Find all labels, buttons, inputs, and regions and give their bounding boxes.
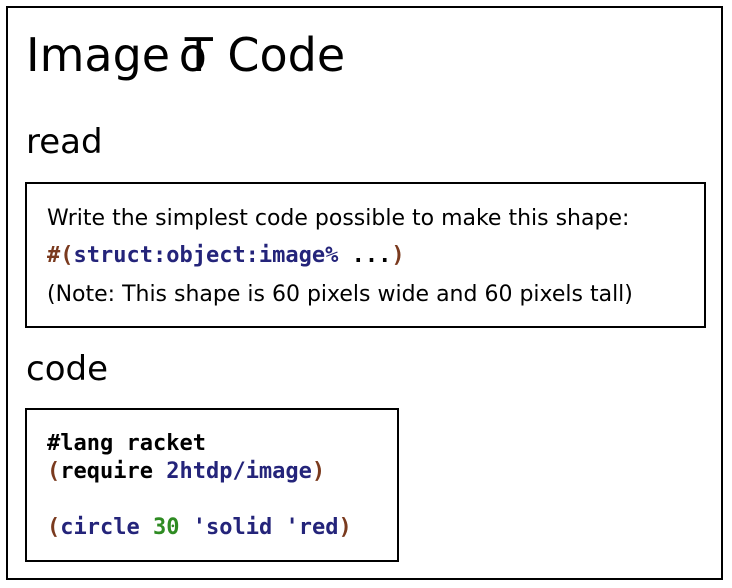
require-keyword: require <box>60 459 153 484</box>
require-open-paren: ( <box>47 459 61 484</box>
require-space <box>153 459 166 484</box>
title-image: Image <box>26 28 185 82</box>
require-close-paren: ) <box>311 459 326 484</box>
read-instruction: Write the simplest code possible to make… <box>47 206 630 231</box>
circle-color: 'red <box>285 515 339 540</box>
title-o-overlay: o <box>178 28 207 82</box>
read-note: (Note: This shape is 60 pixels wide and … <box>47 282 633 307</box>
title-to-glyph: To <box>179 26 213 84</box>
code-require-line: (require 2htdp/image) <box>47 458 325 486</box>
require-module: 2htdp/image <box>166 459 312 484</box>
circle-space-3 <box>272 515 285 540</box>
struct-open-paren: ( <box>60 243 74 268</box>
code-panel: #lang racket (require 2htdp/image) (circ… <box>25 408 399 562</box>
section-label-read: read <box>26 122 103 162</box>
struct-hash: # <box>47 243 61 268</box>
section-label-code: code <box>26 349 108 389</box>
circle-close-paren: ) <box>338 515 352 540</box>
circle-radius: 30 <box>152 515 180 540</box>
code-circle-line: (circle 30 'solid 'red) <box>47 514 352 542</box>
code-lang-line: #lang racket <box>47 431 206 456</box>
struct-close-paren: ) <box>391 243 405 268</box>
struct-identifier: struct:object:image% <box>73 243 339 268</box>
struct-ellipsis: ... <box>338 243 392 268</box>
circle-open-paren: ( <box>47 515 61 540</box>
circle-space-1 <box>140 515 153 540</box>
circle-func: circle <box>60 515 140 540</box>
title-code: Code <box>212 28 346 82</box>
read-panel: Write the simplest code possible to make… <box>25 182 706 328</box>
page-title: Image To Code <box>26 26 345 84</box>
read-struct-value: #(struct:object:image% ...) <box>47 241 405 271</box>
circle-mode: 'solid <box>192 515 273 540</box>
circle-space-2 <box>179 515 192 540</box>
